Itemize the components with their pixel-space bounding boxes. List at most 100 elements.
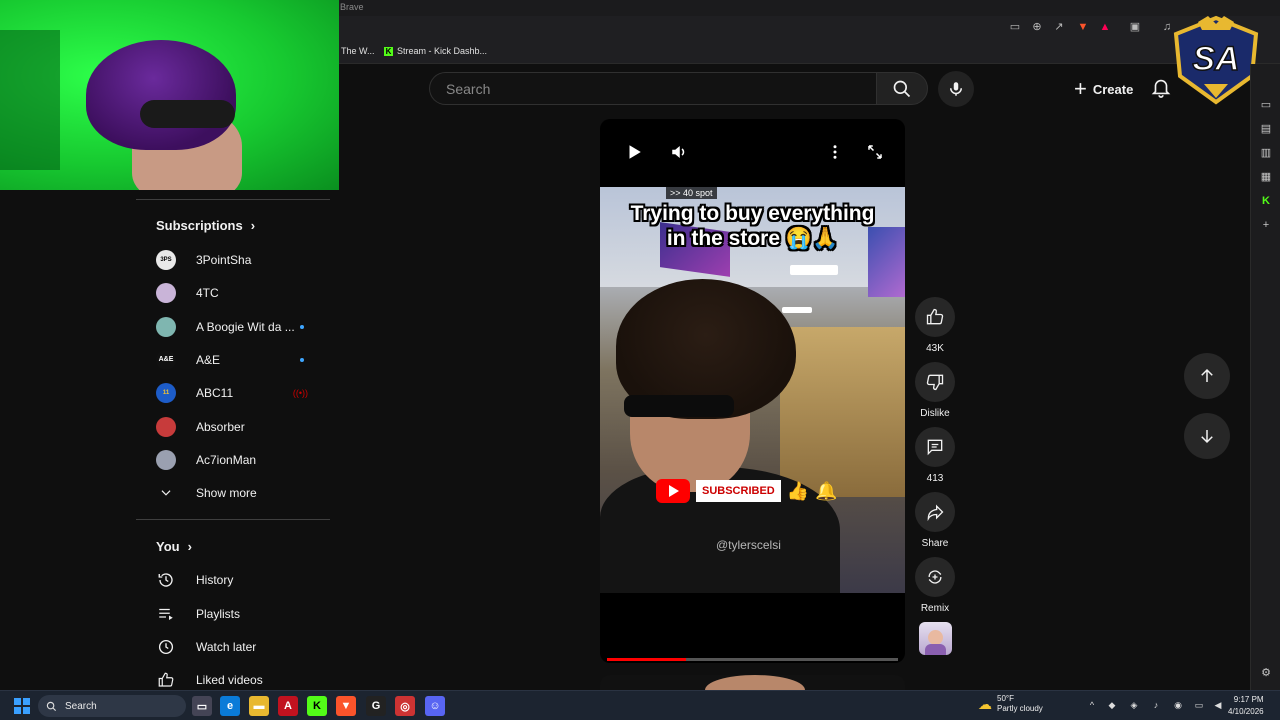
kick-icon[interactable]: K [1259,194,1273,208]
system-clock[interactable]: 9:17 PM 4/10/2026 [1228,694,1264,718]
you-heading[interactable]: You › [156,539,192,554]
creator-watermark: @tylerscelsi [716,538,781,552]
subscription-item[interactable]: Ac7ionMan [136,443,330,476]
remix-button[interactable]: Remix [915,557,955,614]
windows-start-icon[interactable] [12,696,32,716]
bookmarks-icon[interactable]: ▥ [1259,146,1273,160]
comment-count: 413 [926,473,944,484]
edge-icon[interactable]: e [220,696,240,716]
display-icon[interactable]: ▭ [1193,699,1205,711]
wallet-icon[interactable]: ▤ [1259,122,1273,136]
like-count: 43K [926,343,944,354]
video-overlay-tag: >> 40 spot [666,187,717,199]
task-view-icon[interactable]: ▭ [192,696,212,716]
video-scene [790,265,838,275]
volume-button[interactable] [664,137,694,167]
more-vertical-icon [833,145,837,159]
volume-tray-icon[interactable]: ◀ [1212,699,1224,711]
more-options-button[interactable] [820,137,850,167]
subscription-item[interactable]: 11 ABC11 ((•)) [136,376,330,409]
search-input[interactable] [430,73,876,104]
create-button[interactable]: + Create [1062,72,1145,106]
sound-thumbnail[interactable] [919,622,952,655]
settings-icon[interactable]: ⚙ [1259,666,1273,680]
guide-item-label: Watch later [196,639,257,654]
reading-list-icon[interactable]: ▦ [1259,170,1273,184]
share-page-icon[interactable]: ↗ [1052,20,1066,34]
search-button[interactable] [876,72,928,105]
webcam-bonnet [86,40,236,150]
app-icon[interactable]: ◎ [395,696,415,716]
bookmark-item[interactable]: The W... [341,46,375,56]
share-button[interactable]: Share [915,492,955,549]
tray-chevron-icon[interactable]: ^ [1086,699,1098,711]
brave-shields-icon[interactable]: ▼ [1076,20,1090,34]
weather-widget[interactable]: ☁ 50°F Partly cloudy [978,694,1043,714]
subscription-item[interactable]: Absorber [136,410,330,443]
window-icon[interactable]: ▭ [1259,98,1273,112]
weather-icon: ☁ [978,695,992,712]
discord-icon[interactable]: ☺ [425,696,445,716]
subscription-name: ABC11 [196,385,234,400]
show-more-button[interactable]: Show more [136,476,330,509]
channel-avatar [156,316,176,337]
guide-item-label: Liked videos [196,672,263,687]
show-more-label: Show more [196,485,257,500]
tray-app-icon[interactable]: ◆ [1106,699,1118,711]
play-icon [629,145,641,159]
adobe-app-icon[interactable]: A [278,696,298,716]
guide-item-watch-later[interactable]: Watch later [136,630,330,663]
guide-item-playlists[interactable]: Playlists [136,597,330,630]
webcam-overlay [0,0,339,190]
sidebar-toggle-icon[interactable]: ▣ [1128,20,1142,34]
subscriptions-heading[interactable]: Subscriptions › [156,218,255,233]
brave-icon[interactable]: ▼ [336,696,356,716]
share-circle[interactable] [915,492,955,532]
windows-taskbar: Search ▭ e ▬ A K ▼ G ◎ ☺ ☁ 50°F Partly c… [0,690,1280,720]
guide-item-history[interactable]: History [136,563,330,596]
video-overlay-title: Trying to buy everything in the store 😭🙏 [600,201,905,251]
comments-circle[interactable] [915,427,955,467]
svg-text:SA: SA [1192,40,1239,78]
logitech-icon[interactable]: G [366,696,386,716]
thumbs-up-icon: 👍 [786,480,810,501]
next-short-button[interactable] [1184,413,1230,459]
arrow-down-icon [1201,430,1213,444]
play-button[interactable] [619,137,649,167]
previous-short-button[interactable] [1184,353,1230,399]
overlay-title-line: in the store 😭🙏 [666,227,839,250]
zoom-icon[interactable]: ⊕ [1030,20,1044,34]
tray-app-icon[interactable]: ◈ [1128,699,1140,711]
guide-divider [136,199,330,200]
taskbar-search[interactable]: Search [38,695,186,717]
bookmark-item-kick[interactable]: K Stream - Kick Dashb... [384,46,487,56]
cast-icon[interactable]: ▭ [1008,20,1022,34]
subscription-item[interactable]: 3PS 3PointSha [136,243,330,276]
network-icon[interactable]: ◉ [1172,699,1184,711]
fullscreen-button[interactable] [860,137,890,167]
subscription-item[interactable]: A Boogie Wit da ... [136,310,330,343]
brave-rewards-icon[interactable]: ▲ [1098,20,1112,34]
microphone-tray-icon[interactable]: ♪ [1150,699,1162,711]
subscription-name: A Boogie Wit da ... [196,319,295,334]
like-circle[interactable] [915,297,955,337]
remix-circle[interactable] [915,557,955,597]
dislike-circle[interactable] [915,362,955,402]
search-input-wrapper[interactable] [429,72,876,105]
chevron-down-icon [156,483,176,503]
file-explorer-icon[interactable]: ▬ [249,696,269,716]
new-content-dot [300,357,304,362]
add-panel-icon[interactable]: + [1259,218,1273,232]
subscription-item[interactable]: 4TC [136,276,330,309]
dislike-button[interactable]: Dislike [915,362,955,419]
shorts-player[interactable]: >> 40 spot Trying to buy everything in t… [600,119,905,663]
subscription-item[interactable]: A&E A&E [136,343,330,376]
like-button[interactable]: 43K [915,297,955,354]
comments-button[interactable]: 413 [915,427,955,484]
kick-app-icon[interactable]: K [307,696,327,716]
voice-search-button[interactable] [938,71,974,107]
liked-videos-icon [156,670,176,690]
subscription-name: A&E [196,352,221,367]
next-short-preview[interactable] [600,675,905,690]
history-icon [156,570,176,590]
